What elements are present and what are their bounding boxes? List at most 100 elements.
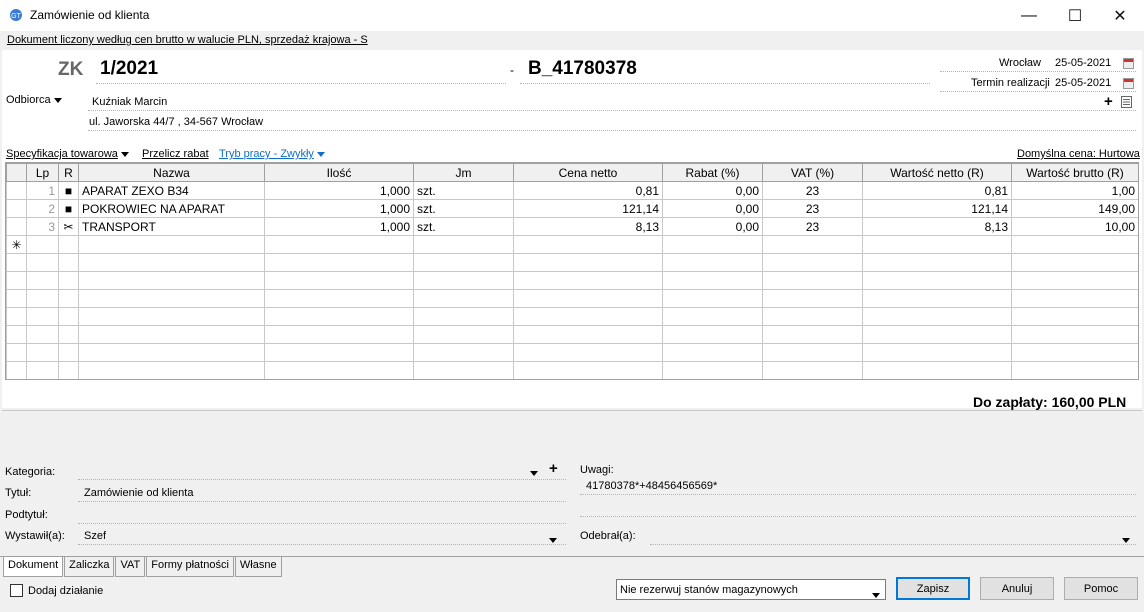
table-cell-lp[interactable]: 3 — [26, 217, 59, 236]
category-dropdown-button[interactable] — [530, 465, 538, 479]
table-cell-disc[interactable]: 0,00 — [662, 217, 763, 236]
col-header[interactable]: Jm — [413, 163, 514, 182]
table-cell-name[interactable]: POKROWIEC NA APARAT — [78, 199, 265, 218]
issue-date[interactable]: 25-05-2021 — [1055, 57, 1111, 69]
add-icon[interactable]: + — [549, 460, 558, 477]
table-cell-lp[interactable]: 1 — [26, 181, 59, 200]
table-cell-lp[interactable]: 2 — [26, 199, 59, 218]
empty-cell[interactable] — [1011, 235, 1138, 254]
table-row[interactable]: 1 ■ APARAT ZEXO B34 1,000 szt. 0,81 0,00 23 0,81… — [6, 181, 1138, 200]
tab-advance[interactable]: Zaliczka — [64, 557, 115, 577]
received-by-field[interactable] — [650, 544, 1136, 545]
table-cell-r[interactable]: ✂ — [58, 217, 79, 236]
maximize-button[interactable]: ☐ — [1052, 0, 1098, 31]
empty-cell[interactable] — [762, 235, 863, 254]
deadline-date[interactable]: 25-05-2021 — [1055, 77, 1111, 89]
empty-cell[interactable] — [58, 235, 79, 254]
minimize-button[interactable]: — — [1006, 0, 1052, 31]
table-cell-r[interactable]: ■ — [58, 181, 79, 200]
table-cell-net[interactable]: 121,14 — [862, 199, 1012, 218]
empty-cell[interactable] — [264, 235, 414, 254]
work-mode-label[interactable]: Tryb pracy - Zwykły — [219, 148, 314, 160]
cancel-button[interactable]: Anuluj — [980, 577, 1054, 600]
calendar-icon[interactable] — [1123, 58, 1134, 69]
table-cell-price[interactable]: 8,13 — [513, 217, 663, 236]
items-table[interactable]: Lp R Nazwa Ilość Jm Cena netto Rabat (%)… — [6, 163, 1138, 379]
row-selector[interactable] — [6, 217, 27, 236]
remarks-field[interactable]: 41780378*+48456456569* — [586, 480, 717, 492]
new-row-icon[interactable]: ✳ — [6, 235, 27, 254]
table-row[interactable]: 2 ■ POKROWIEC NA APARAT 1,000 szt. 121,14 0,00… — [6, 199, 1138, 218]
default-price-link[interactable]: Domyślna cena: Hurtowa — [1017, 148, 1140, 160]
table-cell-qty[interactable]: 1,000 — [264, 181, 414, 200]
table-cell-gross[interactable]: 149,00 — [1011, 199, 1138, 218]
recalc-discount-link[interactable]: Przelicz rabat — [142, 148, 209, 160]
table-row[interactable]: 3 ✂ TRANSPORT 1,000 szt. 8,13 0,00 23 8,13 10,00 — [6, 217, 1138, 236]
empty-cell[interactable] — [26, 235, 59, 254]
subtitle-field[interactable] — [78, 523, 566, 524]
empty-cell[interactable] — [413, 235, 514, 254]
col-header[interactable]: Rabat (%) — [662, 163, 763, 182]
table-cell-gross[interactable]: 10,00 — [1011, 217, 1138, 236]
help-button[interactable]: Pomoc — [1064, 577, 1138, 600]
category-field[interactable] — [78, 479, 566, 480]
table-cell-unit[interactable]: szt. — [413, 181, 514, 200]
reservation-select[interactable]: Nie rezerwuj stanów magazynowych — [616, 579, 886, 600]
col-header[interactable]: Nazwa — [78, 163, 265, 182]
info-bar-text[interactable]: Dokument liczony według cen brutto w wal… — [7, 34, 368, 46]
col-header[interactable]: Ilość — [264, 163, 414, 182]
external-number[interactable]: B_41780378 — [528, 58, 637, 80]
row-selector[interactable] — [6, 181, 27, 200]
col-header[interactable]: Cena netto — [513, 163, 663, 182]
table-cell-price[interactable]: 0,81 — [513, 181, 663, 200]
work-mode-dropdown[interactable]: Tryb pracy - Zwykły — [219, 148, 325, 160]
new-row[interactable]: ✳ — [6, 235, 1138, 254]
calendar-icon[interactable] — [1123, 78, 1134, 89]
col-header[interactable]: Lp — [26, 163, 59, 182]
empty-cell[interactable] — [78, 235, 265, 254]
table-cell-disc[interactable]: 0,00 — [662, 181, 763, 200]
empty-cell[interactable] — [862, 235, 1012, 254]
doc-number[interactable]: 1/2021 — [100, 58, 158, 80]
table-cell-vat[interactable]: 23 — [762, 217, 863, 236]
table-cell-unit[interactable]: szt. — [413, 217, 514, 236]
table-cell-price[interactable]: 121,14 — [513, 199, 663, 218]
info-bar[interactable]: Dokument liczony według cen brutto w wal… — [0, 31, 1144, 50]
table-cell-r[interactable]: ■ — [58, 199, 79, 218]
buyer-name[interactable]: Kuźniak Marcin — [92, 96, 167, 108]
items-grid[interactable]: Lp R Nazwa Ilość Jm Cena netto Rabat (%)… — [5, 162, 1139, 380]
col-header[interactable]: VAT (%) — [762, 163, 863, 182]
spec-label[interactable]: Specyfikacja towarowa — [6, 148, 118, 160]
empty-cell[interactable] — [513, 235, 663, 254]
table-cell-net[interactable]: 8,13 — [862, 217, 1012, 236]
tab-payment-forms[interactable]: Formy płatności — [146, 557, 234, 577]
table-cell-vat[interactable]: 23 — [762, 181, 863, 200]
spec-dropdown[interactable]: Specyfikacja towarowa — [6, 148, 129, 160]
table-cell-qty[interactable]: 1,000 — [264, 217, 414, 236]
table-cell-net[interactable]: 0,81 — [862, 181, 1012, 200]
tab-custom[interactable]: Własne — [234, 557, 282, 577]
list-icon[interactable] — [1121, 96, 1132, 108]
tab-document[interactable]: Dokument — [3, 557, 64, 577]
col-header[interactable]: Wartość netto (R) — [862, 163, 1012, 182]
table-cell-unit[interactable]: szt. — [413, 199, 514, 218]
table-cell-qty[interactable]: 1,000 — [264, 199, 414, 218]
issued-by-field[interactable]: Szef — [84, 530, 106, 542]
tab-vat[interactable]: VAT — [115, 557, 146, 577]
col-header[interactable]: R — [58, 163, 79, 182]
title-field[interactable]: Zamówienie od klienta — [84, 487, 193, 499]
col-header[interactable]: Wartość brutto (R) — [1011, 163, 1138, 182]
buyer-dropdown[interactable]: Odbiorca — [6, 94, 62, 106]
save-button[interactable]: Zapisz — [896, 577, 970, 600]
table-cell-name[interactable]: APARAT ZEXO B34 — [78, 181, 265, 200]
table-cell-disc[interactable]: 0,00 — [662, 199, 763, 218]
close-button[interactable]: ✕ — [1097, 0, 1143, 31]
checkbox-icon[interactable] — [10, 584, 23, 597]
add-action-checkbox[interactable]: Dodaj działanie — [10, 584, 103, 597]
table-cell-gross[interactable]: 1,00 — [1011, 181, 1138, 200]
table-cell-vat[interactable]: 23 — [762, 199, 863, 218]
row-selector[interactable] — [6, 199, 27, 218]
empty-cell[interactable] — [662, 235, 763, 254]
add-icon[interactable]: + — [1104, 93, 1113, 110]
table-cell-name[interactable]: TRANSPORT — [78, 217, 265, 236]
